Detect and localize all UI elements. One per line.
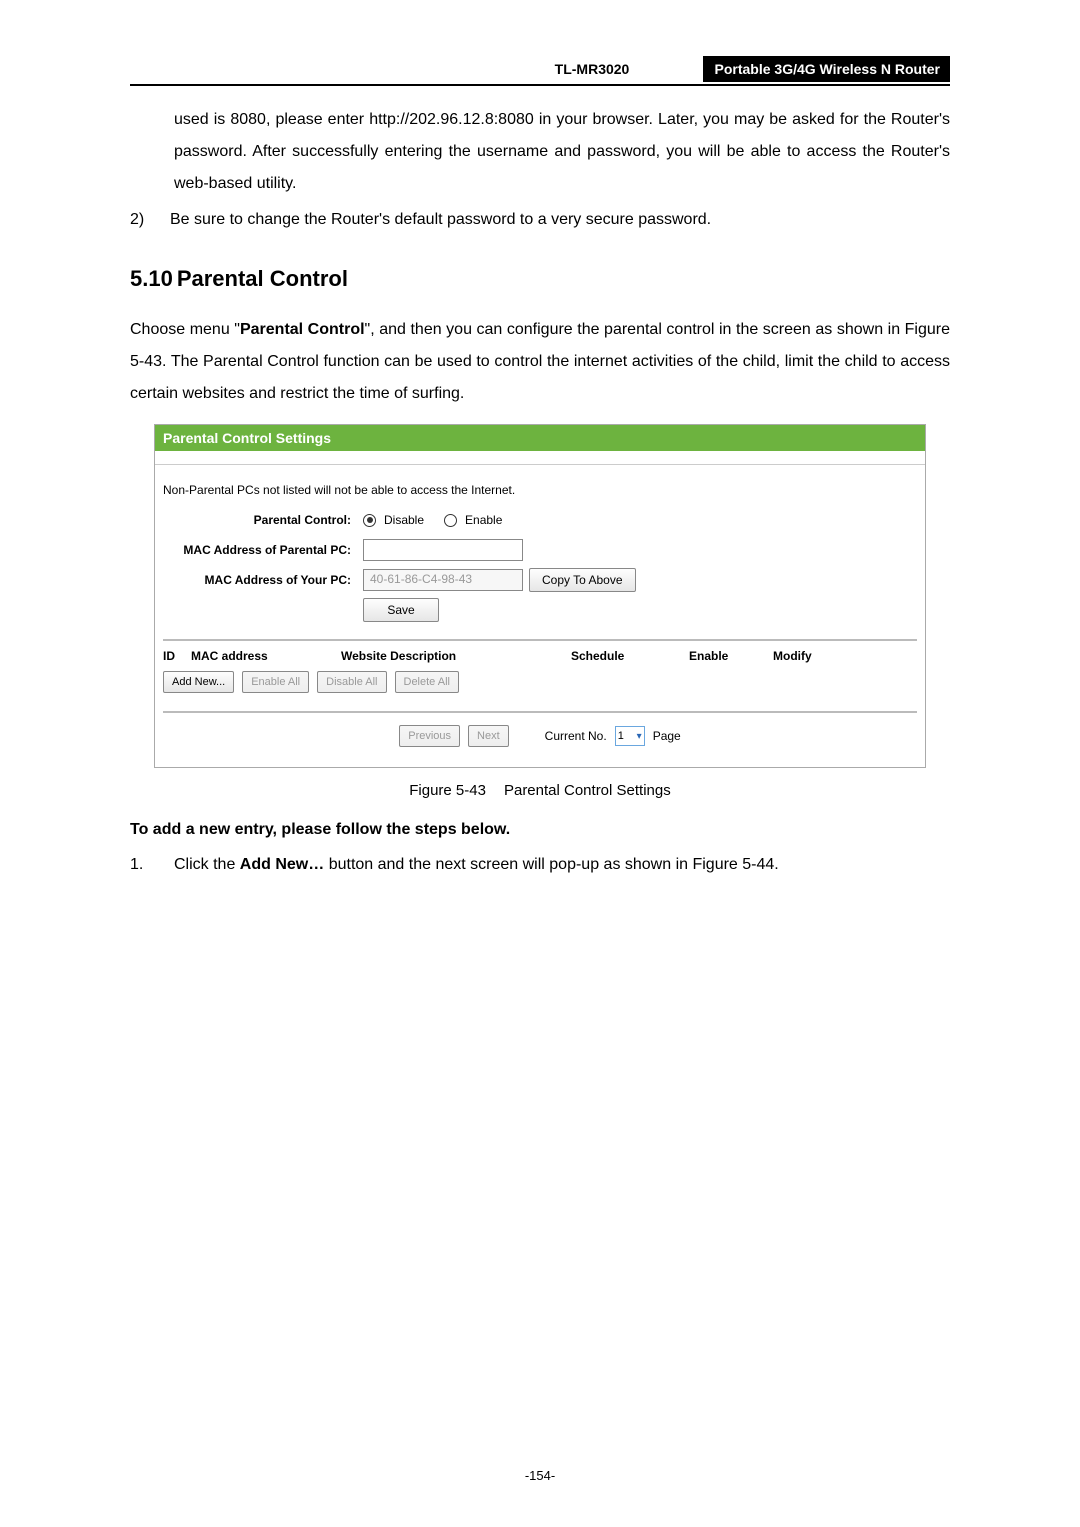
section-heading: 5.10Parental Control [130,266,950,292]
pager-current-label: Current No. [545,729,607,743]
doc-header: TL-MR3020 Portable 3G/4G Wireless N Rout… [130,56,950,86]
page-select[interactable]: 1 ▾ [615,726,645,746]
col-schedule: Schedule [571,649,689,663]
figure-caption: Figure 5-43Parental Control Settings [130,782,950,799]
page-number: -154- [0,1468,1080,1483]
add-new-button[interactable]: Add New... [163,671,234,693]
previous-button[interactable]: Previous [399,725,460,747]
step-1: 1. Click the Add New… button and the nex… [130,849,950,881]
section-title: Parental Control [177,266,348,291]
chevron-down-icon: ▾ [637,731,642,742]
table-header: ID MAC address Website Description Sched… [163,645,917,669]
col-id: ID [163,649,191,663]
col-mac: MAC address [191,649,341,663]
col-modify: Modify [773,649,812,663]
pager-page-label: Page [653,729,681,743]
col-desc: Website Description [341,649,571,663]
label-mac-parental: MAC Address of Parental PC: [163,543,363,557]
list-item-2-text: Be sure to change the Router's default p… [170,211,711,228]
delete-all-button[interactable]: Delete All [395,671,459,693]
step-1-number: 1. [130,849,174,881]
radio-enable[interactable] [444,514,457,527]
copy-to-above-button[interactable]: Copy To Above [529,568,636,592]
save-button[interactable]: Save [363,598,439,622]
model-code: TL-MR3020 [544,56,640,77]
list-num-2: 2) [130,204,170,236]
label-mac-your: MAC Address of Your PC: [163,573,363,587]
radio-disable[interactable] [363,514,376,527]
panel-title: Parental Control Settings [155,425,925,453]
input-mac-parental[interactable] [363,539,523,561]
cont-paragraph: used is 8080, please enter http://202.96… [130,104,950,200]
label-parental-control: Parental Control: [163,513,363,527]
section-number: 5.10 [130,266,173,292]
radio-enable-label: Enable [465,513,502,527]
next-button[interactable]: Next [468,725,509,747]
col-enable: Enable [689,649,773,663]
enable-all-button[interactable]: Enable All [242,671,309,693]
product-name: Portable 3G/4G Wireless N Router [703,56,951,82]
pager: Previous Next Current No. 1 ▾ Page [163,719,917,757]
disable-all-button[interactable]: Disable All [317,671,386,693]
parental-control-panel: Parental Control Settings Non-Parental P… [154,424,926,768]
body-text-continuation: used is 8080, please enter http://202.96… [130,104,950,200]
input-mac-your[interactable]: 40-61-86-C4-98-43 [363,569,523,591]
section-paragraph: Choose menu "Parental Control", and then… [130,314,950,410]
radio-disable-label: Disable [384,513,424,527]
instruction-heading: To add a new entry, please follow the st… [130,821,950,839]
panel-note: Non-Parental PCs not listed will not be … [163,483,917,497]
